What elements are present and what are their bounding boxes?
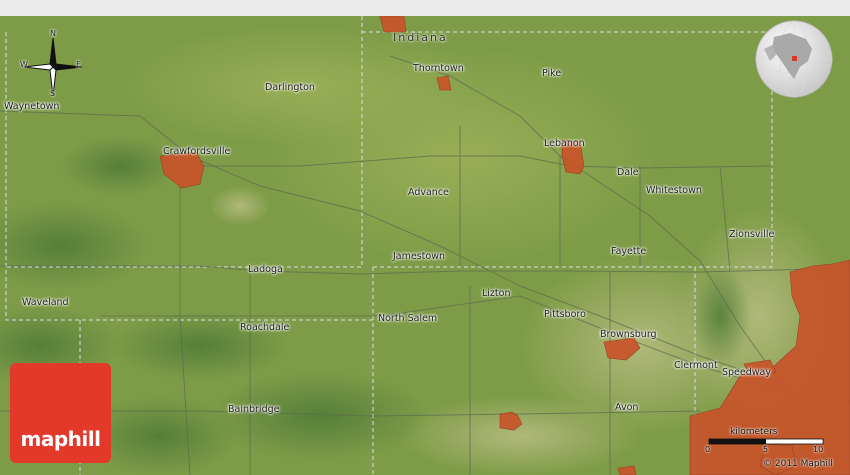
place-label: Dale [617, 167, 639, 178]
place-label: Thorntown [413, 63, 464, 74]
maphill-logo[interactable]: maphill [10, 363, 111, 463]
terrain-layer [0, 16, 850, 475]
place-label: Roachdale [240, 322, 290, 333]
compass-west: W [20, 60, 28, 69]
scale-bar: kilometers 0 5 10 [702, 427, 832, 457]
place-label: Waynetown [4, 101, 60, 112]
place-label: Lebanon [544, 138, 585, 149]
place-label: Ladoga [248, 264, 283, 275]
compass-rose: N S E W [18, 29, 88, 102]
place-label: Whitestown [646, 185, 702, 196]
compass-east: E [76, 60, 82, 69]
place-label: Bainbridge [228, 404, 280, 415]
state-label: Indiana [393, 31, 448, 44]
place-label: Brownsburg [600, 329, 657, 340]
scale-tick-5: 5 [763, 445, 769, 454]
place-label: Clermont [674, 360, 718, 371]
satellite-map[interactable]: Indiana Thorntown Pike Darlington Waynet… [0, 16, 850, 475]
copyright-notice: © 2011 Maphill [763, 459, 833, 469]
place-label: Crawfordsville [163, 146, 231, 157]
compass-south: S [50, 89, 56, 98]
place-label: Avon [615, 402, 639, 413]
place-label: Zionsville [729, 229, 775, 240]
globe-icon [755, 20, 833, 98]
compass-north: N [50, 29, 56, 38]
top-bar [0, 0, 850, 16]
locator-globe [754, 19, 834, 99]
place-label: Waveland [22, 297, 69, 308]
place-label: Advance [408, 187, 449, 198]
place-label: Lizton [482, 288, 511, 299]
place-label: Fayette [611, 246, 647, 257]
place-label: Jamestown [393, 251, 445, 262]
scale-tick-0: 0 [705, 445, 711, 454]
map-viewport: Indiana Thorntown Pike Darlington Waynet… [0, 0, 850, 475]
scale-tick-10: 10 [813, 445, 824, 454]
place-label: Darlington [265, 82, 315, 93]
place-label: Speedway [722, 367, 771, 378]
place-label: North Salem [378, 313, 438, 324]
logo-text: maphill [20, 427, 101, 451]
place-label: Pittsboro [544, 309, 586, 320]
place-label: Pike [542, 68, 562, 79]
scale-title: kilometers [730, 427, 778, 437]
